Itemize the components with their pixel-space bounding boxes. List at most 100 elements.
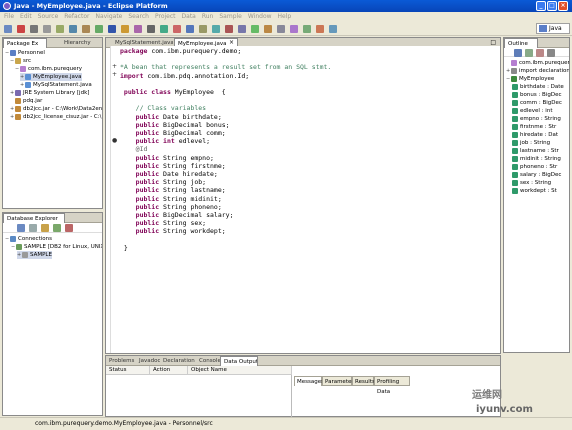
tree-item-connections[interactable]: − Connections: [5, 235, 52, 243]
toolbar-button-icon[interactable]: [264, 25, 272, 33]
toolbar-button-icon[interactable]: [290, 25, 298, 33]
tab-outline[interactable]: Outline: [504, 38, 538, 48]
sort-icon[interactable]: [514, 49, 522, 57]
fold-marker-icon[interactable]: +: [112, 63, 117, 70]
tab-declaration[interactable]: Declaration: [160, 356, 196, 366]
tree-item-hiredate-dat[interactable]: hiredate : Dat: [512, 131, 558, 139]
tree-item-comm-bigdec[interactable]: comm : BigDec: [512, 99, 562, 107]
tree-item-empno-string[interactable]: empno : String: [512, 115, 561, 123]
perspective-switcher[interactable]: Java: [536, 23, 570, 34]
hide-fields-icon[interactable]: [525, 49, 533, 57]
menu-edit[interactable]: Edit: [17, 12, 35, 22]
toolbar-button-icon[interactable]: [251, 25, 259, 33]
menu-project[interactable]: Project: [152, 12, 179, 22]
tree-item-job-string[interactable]: job : String: [512, 139, 550, 147]
menu-run[interactable]: Run: [199, 12, 217, 22]
menu-help[interactable]: Help: [275, 12, 295, 22]
minimize-button[interactable]: _: [536, 1, 546, 11]
column-header-object-name[interactable]: Object Name: [188, 366, 292, 375]
toolbar-button-icon[interactable]: [17, 25, 25, 33]
toolbar-button-icon[interactable]: [303, 25, 311, 33]
toolbar-button-icon[interactable]: [82, 25, 90, 33]
tree-item-phoneno-str[interactable]: phoneno : Str: [512, 163, 557, 171]
tree-item-src[interactable]: − src: [10, 57, 31, 65]
toolbar-button-icon[interactable]: [108, 25, 116, 33]
toolbar-button-icon[interactable]: [43, 25, 51, 33]
toolbar-button-icon[interactable]: [160, 25, 168, 33]
tree-item-import-declaration[interactable]: + import declaration: [506, 67, 569, 75]
filter-icon[interactable]: [53, 224, 61, 232]
tree-item-jre-system-library-jdk[interactable]: + JRE System Library [jdk]: [10, 89, 89, 97]
menu-search[interactable]: Search: [125, 12, 152, 22]
tree-item-sample-db2-for-linux-unix[interactable]: − SAMPLE [DB2 for Linux, UNIX: [11, 243, 102, 251]
tree-item-salary-bigdec[interactable]: salary : BigDec: [512, 171, 561, 179]
hide-static-icon[interactable]: [536, 49, 544, 57]
fold-marker-icon[interactable]: +: [112, 71, 117, 78]
tab-console[interactable]: Console: [196, 356, 220, 366]
tree-item-bonus-bigdec[interactable]: bonus : BigDec: [512, 91, 561, 99]
toolbar-button-icon[interactable]: [147, 25, 155, 33]
tree-item-db2jcc-jar-c-work-data2en[interactable]: + db2jcc.jar - C:\Work\Data2en: [10, 105, 102, 113]
hide-nonpublic-icon[interactable]: [547, 49, 555, 57]
maximize-button[interactable]: □: [547, 1, 557, 11]
tree-item-lastname-str[interactable]: lastname : Str: [512, 147, 559, 155]
tree-item-firstnme-str[interactable]: firstnme : Str: [512, 123, 556, 131]
toolbar-button-icon[interactable]: [4, 25, 12, 33]
tree-item-myemployee-java[interactable]: + MyEmployee.java: [20, 73, 82, 81]
toolbar-button-icon[interactable]: [277, 25, 285, 33]
toolbar-button-icon[interactable]: [30, 25, 38, 33]
tab-package-explorer[interactable]: Package Ex: [3, 38, 47, 48]
menu-window[interactable]: Window: [245, 12, 275, 22]
tree-item-birthdate-date[interactable]: birthdate : Date: [512, 83, 564, 91]
tree-item-sample[interactable]: + SAMPLE: [17, 251, 52, 259]
tree-item-db2jcc-license-cisuz-jar-c[interactable]: + db2jcc_license_cisuz.jar - C:\: [10, 113, 101, 121]
toolbar-button-icon[interactable]: [134, 25, 142, 33]
toolbar-button-icon[interactable]: [238, 25, 246, 33]
toolbar-button-icon[interactable]: [329, 25, 337, 33]
column-header-action[interactable]: Action: [150, 366, 188, 375]
tab-hierarchy[interactable]: Hierarchy: [61, 38, 103, 48]
column-header-status[interactable]: Status: [106, 366, 150, 375]
close-tab-icon[interactable]: ×: [229, 39, 234, 46]
tab-profiling-data[interactable]: Profiling Data: [374, 376, 410, 395]
tab-javadoc[interactable]: Javadoc: [136, 356, 160, 366]
toolbar-button-icon[interactable]: [212, 25, 220, 33]
tree-item-midinit-string[interactable]: midinit : String: [512, 155, 561, 163]
tab-results[interactable]: Results: [352, 376, 375, 386]
toolbar-button-icon[interactable]: [199, 25, 207, 33]
toolbar-button-icon[interactable]: [69, 25, 77, 33]
toolbar-button-icon[interactable]: [173, 25, 181, 33]
refresh-icon[interactable]: [41, 224, 49, 232]
tree-item-com-ibm-purequery[interactable]: − com.ibm.purequery: [15, 65, 82, 73]
connect-icon[interactable]: [17, 224, 25, 232]
close-button[interactable]: ×: [558, 1, 568, 11]
java-source-editor[interactable]: package com.ibm.purequery.demo; *A bean t…: [110, 46, 500, 353]
tree-item-workdept-st[interactable]: workdept : St: [512, 187, 557, 195]
tree-item-myemployee[interactable]: − MyEmployee: [506, 75, 554, 83]
tree-item-sex-string[interactable]: sex : String: [512, 179, 551, 187]
tab-database-explorer[interactable]: Database Explorer: [3, 213, 65, 223]
toolbar-button-icon[interactable]: [56, 25, 64, 33]
tree-item-mysqlstatement-java[interactable]: + MySqlStatement.java: [20, 81, 92, 89]
tree-item-personnel[interactable]: − Personnel: [5, 49, 45, 57]
tab-data-output[interactable]: Data Output: [220, 356, 258, 366]
menu-file[interactable]: File: [0, 12, 17, 22]
tab-parameters[interactable]: Parameters: [322, 376, 356, 386]
menu-refactor[interactable]: Refactor: [61, 12, 92, 22]
tab-problems[interactable]: Problems: [106, 356, 136, 366]
maximize-editor-icon[interactable]: □: [490, 39, 496, 46]
tree-item-edlevel-int[interactable]: edlevel : int: [512, 107, 552, 115]
disconnect-icon[interactable]: [29, 224, 37, 232]
menu-navigate[interactable]: Navigate: [92, 12, 125, 22]
toolbar-button-icon[interactable]: [225, 25, 233, 33]
menu-sample[interactable]: Sample: [216, 12, 245, 22]
tab-messages[interactable]: Messages: [294, 376, 324, 386]
toolbar-button-icon[interactable]: [95, 25, 103, 33]
tree-item-com-ibm-purequery[interactable]: com.ibm.purequery: [506, 59, 569, 67]
toolbar-button-icon[interactable]: [316, 25, 324, 33]
delete-icon[interactable]: [65, 224, 73, 232]
menu-source[interactable]: Source: [35, 12, 62, 22]
menu-data[interactable]: Data: [179, 12, 199, 22]
tree-item-pdq-jar[interactable]: pdq.jar: [10, 97, 42, 105]
toolbar-button-icon[interactable]: [121, 25, 129, 33]
